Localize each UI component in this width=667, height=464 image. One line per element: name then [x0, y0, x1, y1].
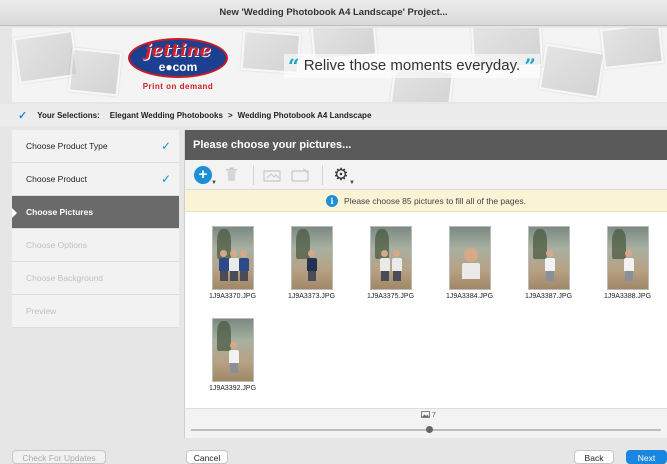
step-preview: Preview — [12, 295, 179, 328]
tagline-text: Relive those moments everyday. — [303, 57, 521, 74]
photo-preview — [211, 226, 254, 290]
step-label: Preview — [26, 306, 57, 316]
rotate-left-button[interactable] — [260, 164, 284, 186]
toolbar-divider — [253, 164, 254, 185]
step-label: Choose Background — [26, 273, 104, 283]
active-step-arrow-icon — [12, 208, 17, 218]
picture-filename: 1J9A3388.JPG — [603, 293, 652, 300]
breadcrumb-product: Wedding Photobook A4 Landscape — [237, 110, 372, 120]
settings-button[interactable]: ⚙ ▼ — [329, 164, 355, 186]
photo-preview — [448, 226, 491, 290]
check-icon: ✓ — [160, 172, 171, 186]
photo-count: 7 — [421, 411, 436, 419]
selections-breadcrumb: ✓ Your Selections: Elegant Wedding Photo… — [0, 104, 667, 126]
photo-count-value: 7 — [431, 412, 436, 419]
banner-photo — [600, 28, 664, 70]
step-choose-product-type[interactable]: Choose Product Type ✓ — [12, 130, 179, 163]
cancel-button[interactable]: Cancel — [186, 450, 228, 464]
logo-wordmark: jettine — [145, 40, 211, 61]
picture-filename: 1J9A3370.JPG — [208, 293, 257, 300]
picture-thumbnail[interactable]: 1J9A3392.JPG — [193, 318, 272, 398]
picture-thumbnail[interactable]: 1J9A3375.JPG — [351, 226, 430, 306]
banner-photo — [538, 43, 606, 99]
brand-banner: jettine e●com Print on demand “ Relive t… — [12, 28, 667, 102]
info-banner: i Please choose 85 pictures to fill all … — [185, 190, 667, 212]
check-icon: ✓ — [18, 109, 28, 122]
selections-label: Your Selections: — [37, 110, 100, 120]
picture-panel: Please choose your pictures... + ▼ ⚙ ▼ i… — [184, 130, 667, 438]
picture-filename: 1J9A3384.JPG — [445, 293, 494, 300]
breadcrumb-separator: > — [227, 110, 233, 120]
breadcrumb-category: Elegant Wedding Photobooks — [109, 110, 223, 120]
picture-thumbnail[interactable]: 1J9A3387.JPG — [509, 226, 588, 306]
check-icon: ✓ — [160, 139, 171, 153]
add-pictures-button[interactable]: + ▼ — [191, 164, 217, 186]
picture-thumbnail[interactable]: 1J9A3388.JPG — [588, 226, 667, 306]
photo-preview — [606, 226, 649, 290]
panel-title: Please choose your pictures... — [185, 130, 667, 160]
step-label: Choose Pictures — [26, 207, 94, 217]
picture-thumbnail[interactable]: 1J9A3384.JPG — [430, 226, 509, 306]
gear-icon: ⚙ — [333, 164, 349, 184]
tagline: “ Relive those moments everyday. ” — [284, 54, 540, 78]
step-label: Choose Product — [26, 174, 87, 184]
delete-picture-button[interactable] — [219, 164, 243, 186]
jettline-logo: jettine e●com Print on demand — [124, 36, 234, 96]
window-title: New 'Wedding Photobook A4 Landscape' Pro… — [0, 0, 667, 26]
picture-filename: 1J9A3373.JPG — [287, 293, 336, 300]
plus-icon: + — [194, 165, 212, 184]
next-button[interactable]: Next — [626, 450, 667, 464]
banner-photo — [67, 47, 123, 97]
rotate-right-button[interactable] — [288, 164, 312, 186]
wizard-steps: Choose Product Type ✓ Choose Product ✓ C… — [12, 130, 179, 328]
photo-preview — [527, 226, 570, 290]
step-choose-options: Choose Options — [12, 229, 179, 262]
picture-thumbnail[interactable]: 1J9A3373.JPG — [272, 226, 351, 306]
picture-thumbnail[interactable]: 1J9A3370.JPG — [193, 226, 272, 306]
picture-filename: 1J9A3392.JPG — [208, 385, 257, 392]
info-icon: i — [326, 194, 339, 207]
check-for-updates-button[interactable]: Check For Updates — [12, 450, 106, 464]
photo-preview — [211, 318, 254, 382]
photo-preview — [290, 226, 333, 290]
open-quote-icon: “ — [288, 54, 300, 78]
rotate-right-icon — [291, 168, 309, 182]
logo-com: e●com — [158, 60, 198, 74]
info-message: Please choose 85 pictures to fill all of… — [344, 195, 526, 206]
caret-down-icon: ▼ — [211, 179, 217, 186]
image-icon — [421, 411, 430, 418]
photo-preview — [369, 226, 412, 290]
step-choose-background: Choose Background — [12, 262, 179, 295]
picture-toolbar: + ▼ ⚙ ▼ — [185, 160, 667, 190]
zoom-strip: 7 — [185, 408, 667, 438]
picture-filename: 1J9A3387.JPG — [524, 293, 573, 300]
step-choose-product[interactable]: Choose Product ✓ — [12, 163, 179, 196]
rotate-left-icon — [263, 169, 281, 182]
trash-icon — [225, 167, 237, 181]
zoom-slider-handle[interactable] — [426, 426, 433, 433]
step-choose-pictures[interactable]: Choose Pictures — [12, 196, 179, 229]
back-button[interactable]: Back — [574, 450, 614, 464]
caret-down-icon: ▼ — [349, 179, 355, 186]
step-label: Choose Product Type — [26, 141, 108, 151]
step-label: Choose Options — [26, 240, 87, 250]
logo-subtitle: Print on demand — [142, 82, 214, 91]
toolbar-divider — [322, 164, 323, 185]
close-quote-icon: ” — [524, 54, 536, 78]
picture-grid: 1J9A3370.JPG 1J9A3373.JPG 1J9A3375.JPG 1… — [185, 220, 667, 410]
picture-filename: 1J9A3375.JPG — [366, 293, 415, 300]
